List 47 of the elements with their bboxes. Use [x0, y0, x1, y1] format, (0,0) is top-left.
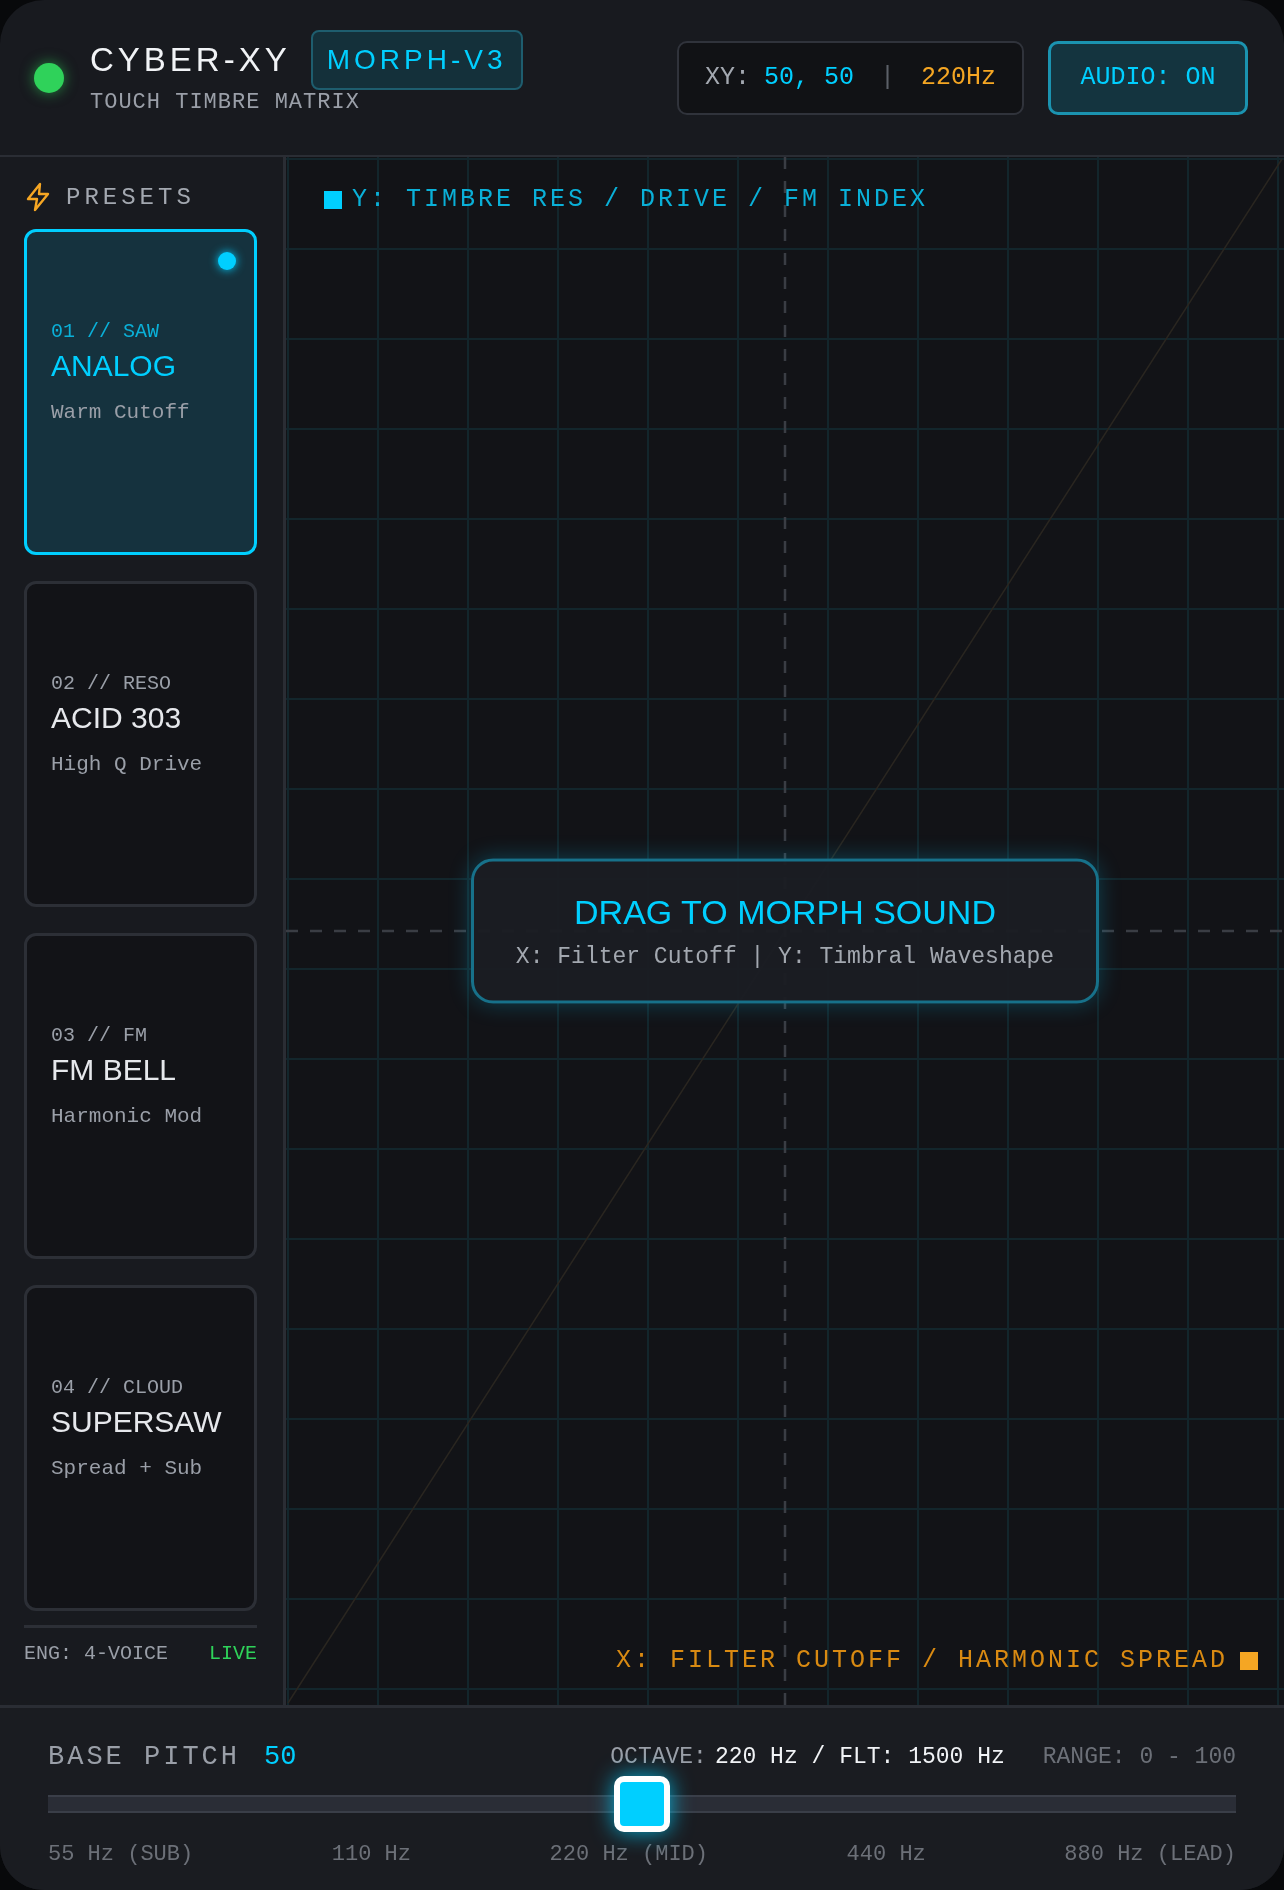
y-axis-marker-icon — [324, 190, 342, 209]
x-axis-label: X: FILTER CUTOFF / HARMONIC SPREAD — [615, 1646, 1228, 1675]
preset-name: FM BELL — [51, 1053, 178, 1087]
readout-separator: | — [879, 63, 895, 92]
readout-label: XY: — [704, 63, 750, 92]
active-indicator-dot — [218, 252, 236, 270]
preset-description: High Q Drive — [51, 753, 204, 776]
base-pitch-value: 50 — [264, 1742, 297, 1772]
pitch-tick-label: 110 Hz — [331, 1842, 411, 1867]
range-label: RANGE: 0 - 100 — [1042, 1744, 1236, 1770]
preset-card[interactable]: 03 // FM FM BELL Harmonic Mod — [24, 933, 257, 1259]
audio-toggle-button[interactable]: AUDIO: ON — [1048, 40, 1248, 115]
engine-label: ENG: 4-VOICE — [24, 1642, 169, 1665]
preset-card[interactable]: 02 // RESO ACID 303 High Q Drive — [24, 581, 257, 907]
octave-label: OCTAVE: — [610, 1744, 707, 1770]
preset-card[interactable]: 04 // CLOUD SUPERSAW Spread + Sub — [24, 1285, 257, 1611]
preset-description: Harmonic Mod — [51, 1105, 204, 1128]
live-status: LIVE — [209, 1642, 257, 1665]
presets-heading: PRESETS — [66, 183, 195, 211]
lightning-icon — [24, 182, 52, 212]
preset-code: 04 // CLOUD — [51, 1376, 185, 1399]
app-title: CYBER-XY — [90, 41, 291, 79]
xy-pad[interactable]: Y: TIMBRE RES / DRIVE / FM INDEX DRAG TO MORPH SOUND X: Filter Cutoff | Y: Timbral Waveshape X: FILTER CUTOFF / HARMONIC SPREAD — [286, 157, 1284, 1705]
pitch-slider-thumb[interactable] — [614, 1776, 670, 1832]
preset-name: ACID 303 — [51, 701, 183, 735]
app-subtitle: TOUCH TIMBRE MATRIX — [90, 90, 361, 115]
version-badge: MORPH-V3 — [310, 30, 523, 90]
preset-card[interactable]: 01 // SAW ANALOG Warm Cutoff — [24, 229, 257, 555]
pitch-tick-label: 440 Hz — [846, 1842, 926, 1867]
pitch-tick-label: 55 Hz (SUB) — [48, 1842, 194, 1867]
preset-code: 01 // SAW — [51, 320, 161, 343]
hint-subtitle: X: Filter Cutoff | Y: Timbral Waveshape — [515, 943, 1055, 970]
hint-title: DRAG TO MORPH SOUND — [574, 892, 996, 932]
preset-description: Warm Cutoff — [51, 401, 191, 424]
base-pitch-label: BASE PITCH — [48, 1742, 241, 1772]
preset-code: 03 // FM — [51, 1024, 148, 1047]
x-axis-marker-icon — [1240, 1651, 1258, 1670]
preset-code: 02 // RESO — [51, 672, 173, 695]
y-axis-label: Y: TIMBRE RES / DRIVE / FM INDEX — [352, 185, 929, 214]
xy-value: 50, 50 — [763, 63, 854, 92]
preset-description: Spread + Sub — [51, 1457, 204, 1480]
pitch-tick-label: 220 Hz (MID) — [549, 1842, 708, 1867]
octave-value: 220 Hz / FLT: 1500 Hz — [714, 1744, 1005, 1770]
preset-name: SUPERSAW — [51, 1405, 223, 1439]
preset-name: ANALOG — [51, 349, 178, 383]
pitch-tick-label: 880 Hz (LEAD) — [1064, 1842, 1236, 1867]
frequency-value: 220Hz — [921, 63, 996, 92]
